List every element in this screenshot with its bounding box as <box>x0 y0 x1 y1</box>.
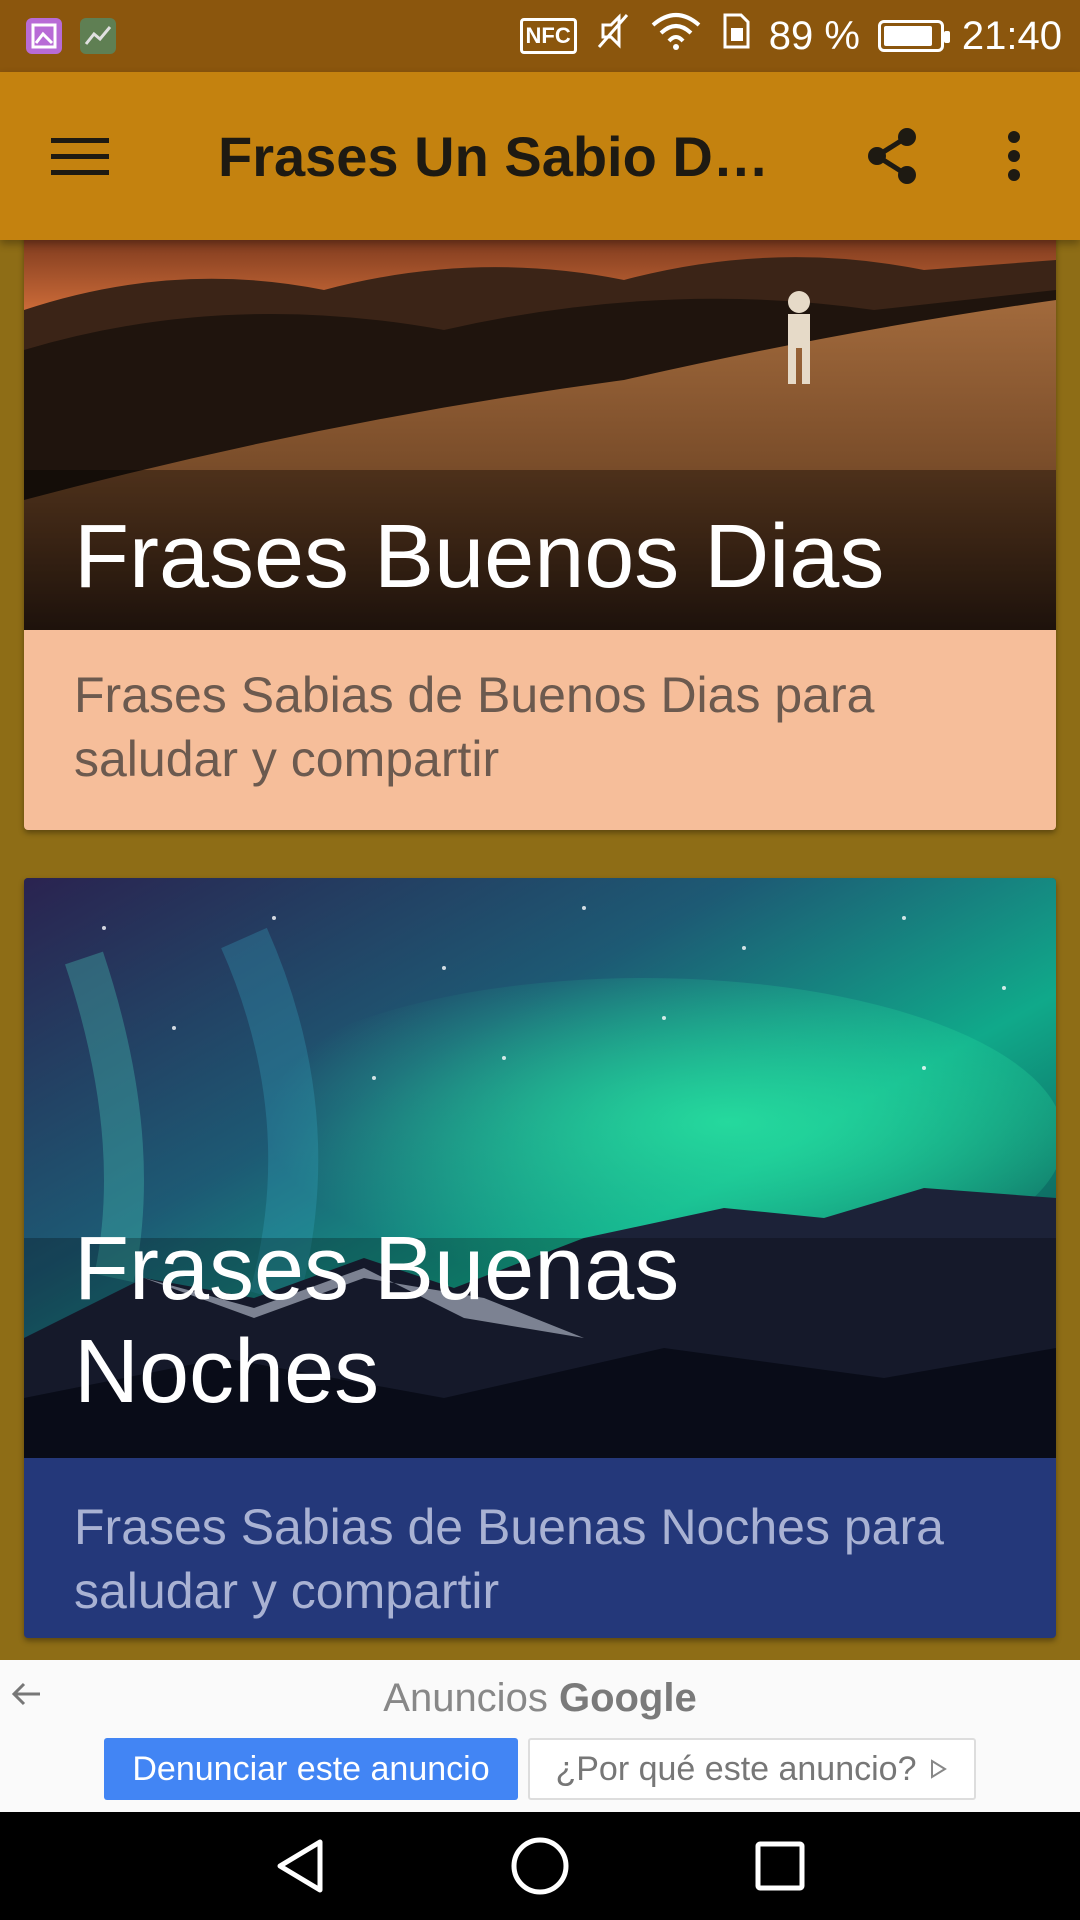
card-buenas-noches[interactable]: Frases Buenas Noches Frases Sabias de Bu… <box>24 878 1056 1638</box>
report-ad-button[interactable]: Denunciar este anuncio <box>104 1738 518 1800</box>
card-title: Frases Buenas Noches <box>74 1219 680 1422</box>
ad-banner: Anuncios Google Denunciar este anuncio ¿… <box>0 1660 1080 1812</box>
battery-icon <box>877 20 950 52</box>
why-this-ad-label: ¿Por qué este anuncio? <box>555 1749 917 1788</box>
nfc-icon: NFC <box>519 18 577 54</box>
status-indicators: NFC 89 % 21:40 <box>519 0 1062 72</box>
ad-label-text: Anuncios <box>383 1676 548 1720</box>
card-buenos-dias[interactable]: Frases Buenos Dias Frases Sabias de Buen… <box>24 220 1056 830</box>
nav-home-icon[interactable] <box>500 1826 580 1906</box>
status-bar: NFC 89 % 21:40 <box>0 0 1080 72</box>
app-bar: Frases Un Sabio Dijo <box>0 72 1080 240</box>
clock: 21:40 <box>961 13 1062 58</box>
mute-icon <box>595 11 631 61</box>
hamburger-menu-icon[interactable] <box>40 116 120 196</box>
gallery-icon <box>26 18 62 54</box>
wifi-icon <box>649 11 703 61</box>
status-notifications <box>26 18 116 54</box>
more-vert-icon[interactable] <box>974 116 1054 196</box>
share-icon[interactable] <box>852 116 932 196</box>
ad-brand: Google <box>558 1676 697 1720</box>
card-title: Frases Buenos Dias <box>74 507 885 607</box>
sim-icon <box>721 11 751 61</box>
card-description: Frases Sabias de Buenas Noches para salu… <box>74 1499 944 1619</box>
navigation-bar <box>0 1812 1080 1920</box>
adchoices-icon <box>927 1750 949 1789</box>
card-description: Frases Sabias de Buenos Dias para saluda… <box>74 667 875 787</box>
app-title: Frases Un Sabio Dijo <box>218 125 778 188</box>
why-this-ad-button[interactable]: ¿Por qué este anuncio? <box>528 1738 976 1800</box>
nav-back-icon[interactable] <box>260 1826 340 1906</box>
chart-icon <box>80 18 116 54</box>
battery-level <box>883 26 932 46</box>
battery-percent: 89 % <box>768 13 860 58</box>
nav-recents-icon[interactable] <box>740 1826 820 1906</box>
ad-label: Anuncios Google <box>0 1676 1080 1721</box>
